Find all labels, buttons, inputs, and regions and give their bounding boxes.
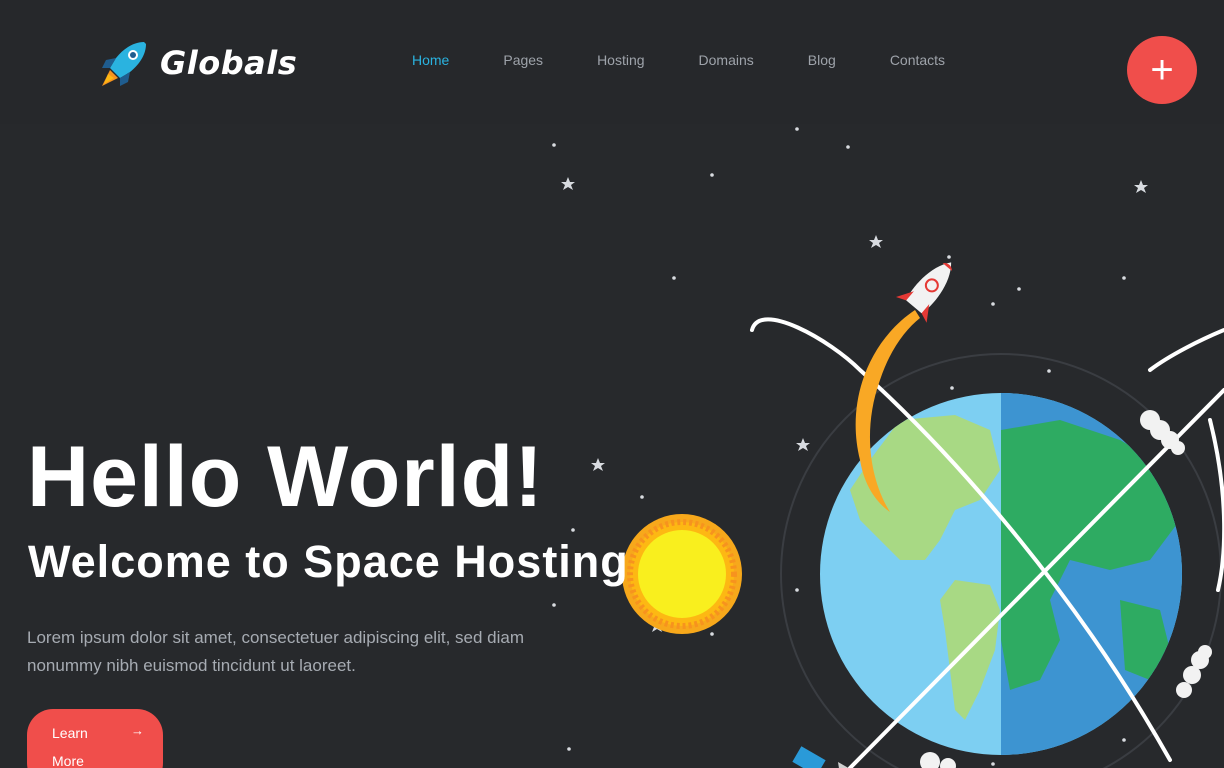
learn-more-label: Learn More (52, 725, 88, 768)
add-button[interactable]: + (1127, 36, 1197, 104)
nav-item-domains[interactable]: Domains (699, 50, 754, 70)
nav-item-contacts[interactable]: Contacts (890, 50, 945, 70)
brand-logo[interactable]: Globals (100, 38, 297, 88)
sun-icon (622, 514, 742, 634)
learn-more-button[interactable]: Learn More → (27, 709, 163, 768)
nav-item-hosting[interactable]: Hosting (597, 50, 644, 70)
rocket-icon (102, 42, 146, 86)
top-bar: Globals Home Pages Hosting Domains Blog … (0, 0, 1224, 124)
plus-icon: + (1150, 48, 1174, 92)
brand-name: Globals (160, 44, 298, 82)
satellite-icon (792, 746, 849, 768)
hero-title: Hello World! (27, 429, 544, 525)
nav-item-blog[interactable]: Blog (808, 50, 836, 70)
hero-description: Lorem ipsum dolor sit amet, consectetuer… (27, 628, 525, 675)
nav-item-pages[interactable]: Pages (503, 50, 543, 70)
arrow-right-icon: → (131, 723, 144, 738)
hero-subtitle: Welcome to Space Hosting (28, 536, 629, 587)
nav-item-home[interactable]: Home (412, 50, 449, 70)
main-navigation: Home Pages Hosting Domains Blog Contacts (412, 50, 999, 70)
